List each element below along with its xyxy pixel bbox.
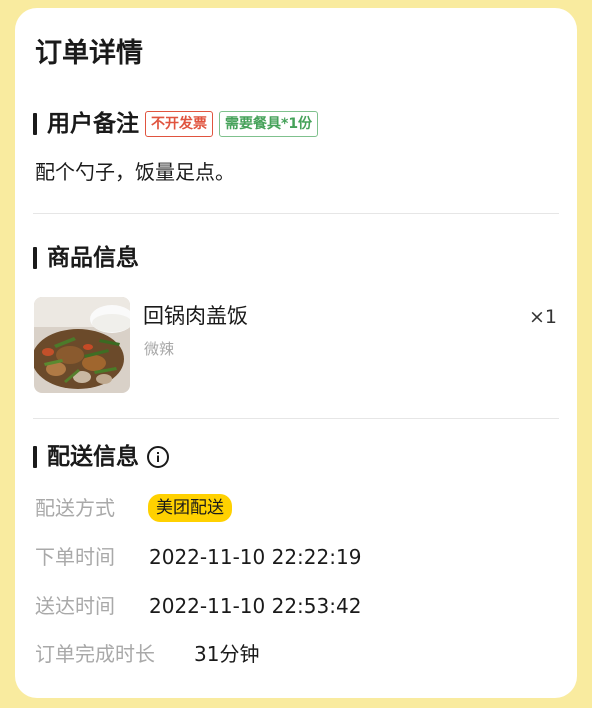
product-image[interactable] (34, 297, 130, 393)
product-section-title: 商品信息 (47, 245, 139, 271)
tableware-tag: 需要餐具*1份 (219, 111, 319, 137)
product-spec: 微辣 (144, 340, 175, 358)
remark-section-header: 用户备注 不开发票 需要餐具*1份 (33, 107, 319, 141)
delivery-section-title: 配送信息 (47, 444, 139, 470)
twice-cooked-pork-rice-photo (34, 297, 130, 393)
remark-section-title: 用户备注 (47, 111, 139, 137)
delivered-time-label: 送达时间 (35, 594, 115, 618)
page-title: 订单详情 (35, 38, 143, 69)
delivery-method-badge: 美团配送 (148, 494, 232, 522)
section-marker (33, 446, 37, 468)
product-name: 回锅肉盖饭 (143, 304, 248, 328)
order-time-label: 下单时间 (35, 545, 115, 569)
order-detail-card: 订单详情 用户备注 不开发票 需要餐具*1份 配个勺子，饭量足点。 商品信息 回… (15, 8, 577, 698)
section-marker (33, 113, 37, 135)
product-section-header: 商品信息 (33, 241, 139, 275)
delivery-section-header: 配送信息 (33, 440, 169, 474)
remark-text: 配个勺子，饭量足点。 (35, 160, 235, 184)
completion-duration-label: 订单完成时长 (35, 642, 155, 666)
product-quantity: ×1 (528, 306, 557, 328)
info-icon[interactable] (147, 446, 169, 468)
delivery-method-label: 配送方式 (35, 496, 115, 520)
divider (33, 213, 559, 214)
order-time-value: 2022-11-10 22:22:19 (149, 545, 362, 569)
no-invoice-tag: 不开发票 (145, 111, 213, 137)
divider (33, 418, 559, 419)
section-marker (33, 247, 37, 269)
delivered-time-value: 2022-11-10 22:53:42 (149, 594, 362, 618)
completion-duration-value: 31分钟 (194, 642, 260, 666)
